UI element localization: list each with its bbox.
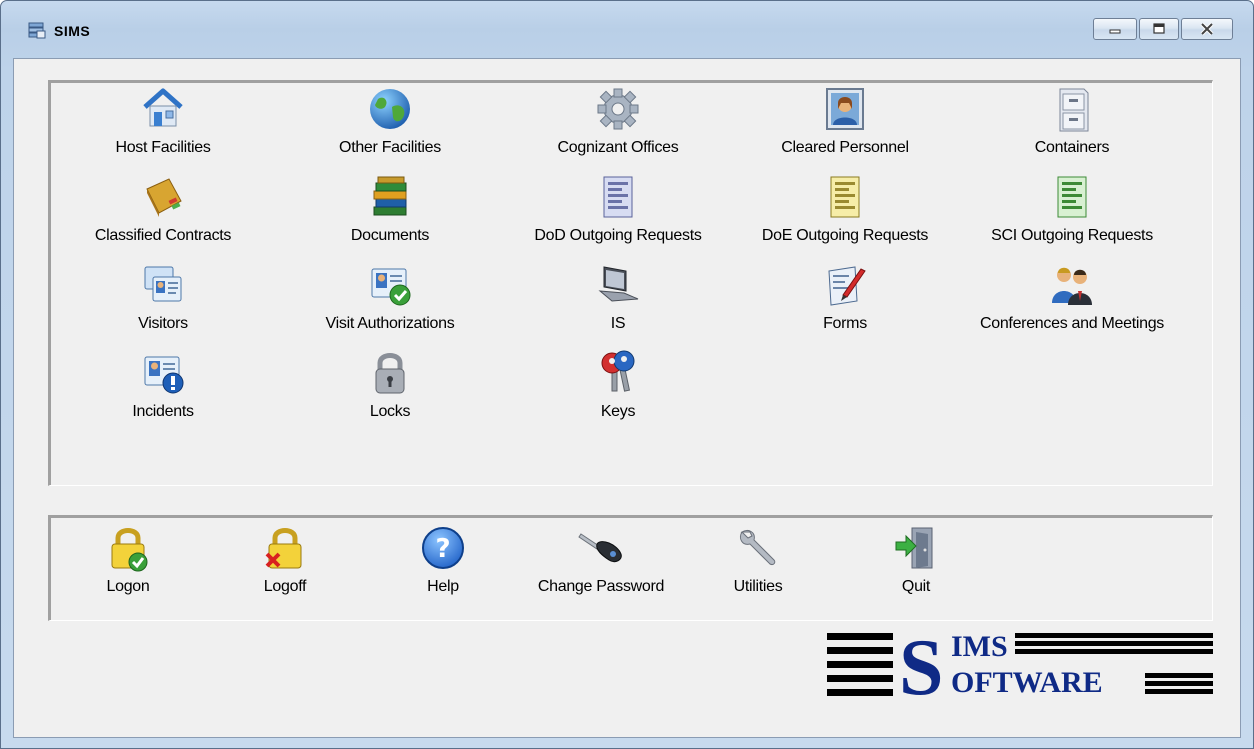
module-label: IS xyxy=(610,315,626,332)
maximize-icon xyxy=(1153,23,1165,34)
key-icon xyxy=(578,533,622,563)
svg-text:?: ? xyxy=(435,534,450,564)
module-other-facilities[interactable]: Other Facilities xyxy=(290,85,490,165)
module-doe-outgoing-requests[interactable]: DoE Outgoing Requests xyxy=(745,173,945,253)
person-photo-icon xyxy=(826,88,864,130)
green-form-icon xyxy=(1057,176,1087,218)
module-sci-outgoing-requests[interactable]: SCI Outgoing Requests xyxy=(972,173,1172,253)
gear-icon xyxy=(597,88,639,130)
module-containers[interactable]: Containers xyxy=(972,85,1172,165)
blue-form-icon xyxy=(603,176,633,218)
logo-line1: IMS xyxy=(951,630,1008,663)
module-documents[interactable]: Documents xyxy=(290,173,490,253)
maximize-button[interactable] xyxy=(1139,18,1179,40)
module-is[interactable]: IS xyxy=(518,261,718,341)
lock-x-icon xyxy=(265,528,302,569)
module-forms[interactable]: Forms xyxy=(745,261,945,341)
title-bar[interactable]: SIMS xyxy=(1,1,1253,59)
globe-icon xyxy=(370,89,410,129)
window-title: SIMS xyxy=(54,23,91,39)
module-dod-outgoing-requests[interactable]: DoD Outgoing Requests xyxy=(518,173,718,253)
module-label: Host Facilities xyxy=(115,139,211,156)
padlock-icon xyxy=(375,353,405,394)
module-keys[interactable]: Keys xyxy=(518,349,718,429)
close-button[interactable] xyxy=(1181,18,1233,40)
action-label: Quit xyxy=(901,578,931,595)
wrench-icon xyxy=(739,529,776,565)
module-host-facilities[interactable]: Host Facilities xyxy=(63,85,263,165)
minimize-button[interactable] xyxy=(1093,18,1137,40)
laptop-icon xyxy=(598,266,639,302)
help-icon: ? xyxy=(422,527,464,569)
module-label: Locks xyxy=(369,403,411,420)
books-icon xyxy=(373,176,407,216)
module-label: Visit Authorizations xyxy=(325,315,455,332)
app-icon xyxy=(28,22,46,39)
form-pen-icon xyxy=(828,266,866,306)
module-conferences-and-meetings[interactable]: Conferences and Meetings xyxy=(972,261,1172,341)
module-label: Classified Contracts xyxy=(94,227,232,244)
module-label: SCI Outgoing Requests xyxy=(991,227,1153,244)
module-label: Containers xyxy=(1034,139,1110,156)
id-card-check-icon xyxy=(371,268,411,306)
minimize-icon xyxy=(1109,29,1121,34)
module-label: DoE Outgoing Requests xyxy=(761,227,929,244)
notebook-icon xyxy=(146,178,182,217)
logo-initial: S xyxy=(899,626,944,698)
sims-software-logo: S IMS OFTWARE xyxy=(827,626,1213,698)
module-label: Cleared Personnel xyxy=(781,139,909,156)
house-icon xyxy=(143,88,183,127)
two-people-icon xyxy=(1052,267,1092,305)
file-cabinet-icon xyxy=(1059,88,1089,132)
module-visitors[interactable]: Visitors xyxy=(63,261,263,341)
module-cleared-personnel[interactable]: Cleared Personnel xyxy=(745,85,945,165)
yellow-form-icon xyxy=(830,176,860,218)
module-label: Incidents xyxy=(132,403,194,420)
close-icon xyxy=(1200,22,1214,36)
exit-door-icon xyxy=(895,527,933,569)
module-classified-contracts[interactable]: Classified Contracts xyxy=(63,173,263,253)
id-cards-icon xyxy=(144,266,182,302)
module-label: Cognizant Offices xyxy=(557,139,679,156)
module-label: Forms xyxy=(823,315,867,332)
quit-button[interactable]: Quit xyxy=(816,524,1016,604)
module-label: Keys xyxy=(600,403,636,420)
module-label: Documents xyxy=(350,227,430,244)
id-card-alert-icon xyxy=(144,356,184,394)
lock-check-icon xyxy=(111,528,148,572)
module-visit-authorizations[interactable]: Visit Authorizations xyxy=(290,261,490,341)
keys-icon xyxy=(601,350,635,392)
module-label: Conferences and Meetings xyxy=(979,315,1165,332)
module-label: Other Facilities xyxy=(339,139,441,156)
module-label: Visitors xyxy=(138,315,188,332)
module-label: DoD Outgoing Requests xyxy=(534,227,702,244)
module-cognizant-offices[interactable]: Cognizant Offices xyxy=(518,85,718,165)
module-locks[interactable]: Locks xyxy=(290,349,490,429)
main-panel: Host Facilities Other Facilities Cogniza… xyxy=(13,58,1241,738)
sims-window: SIMS Host Facilities Other Facilities Co… xyxy=(0,0,1254,749)
module-incidents[interactable]: Incidents xyxy=(63,349,263,429)
logo-line2: OFTWARE xyxy=(951,666,1103,698)
